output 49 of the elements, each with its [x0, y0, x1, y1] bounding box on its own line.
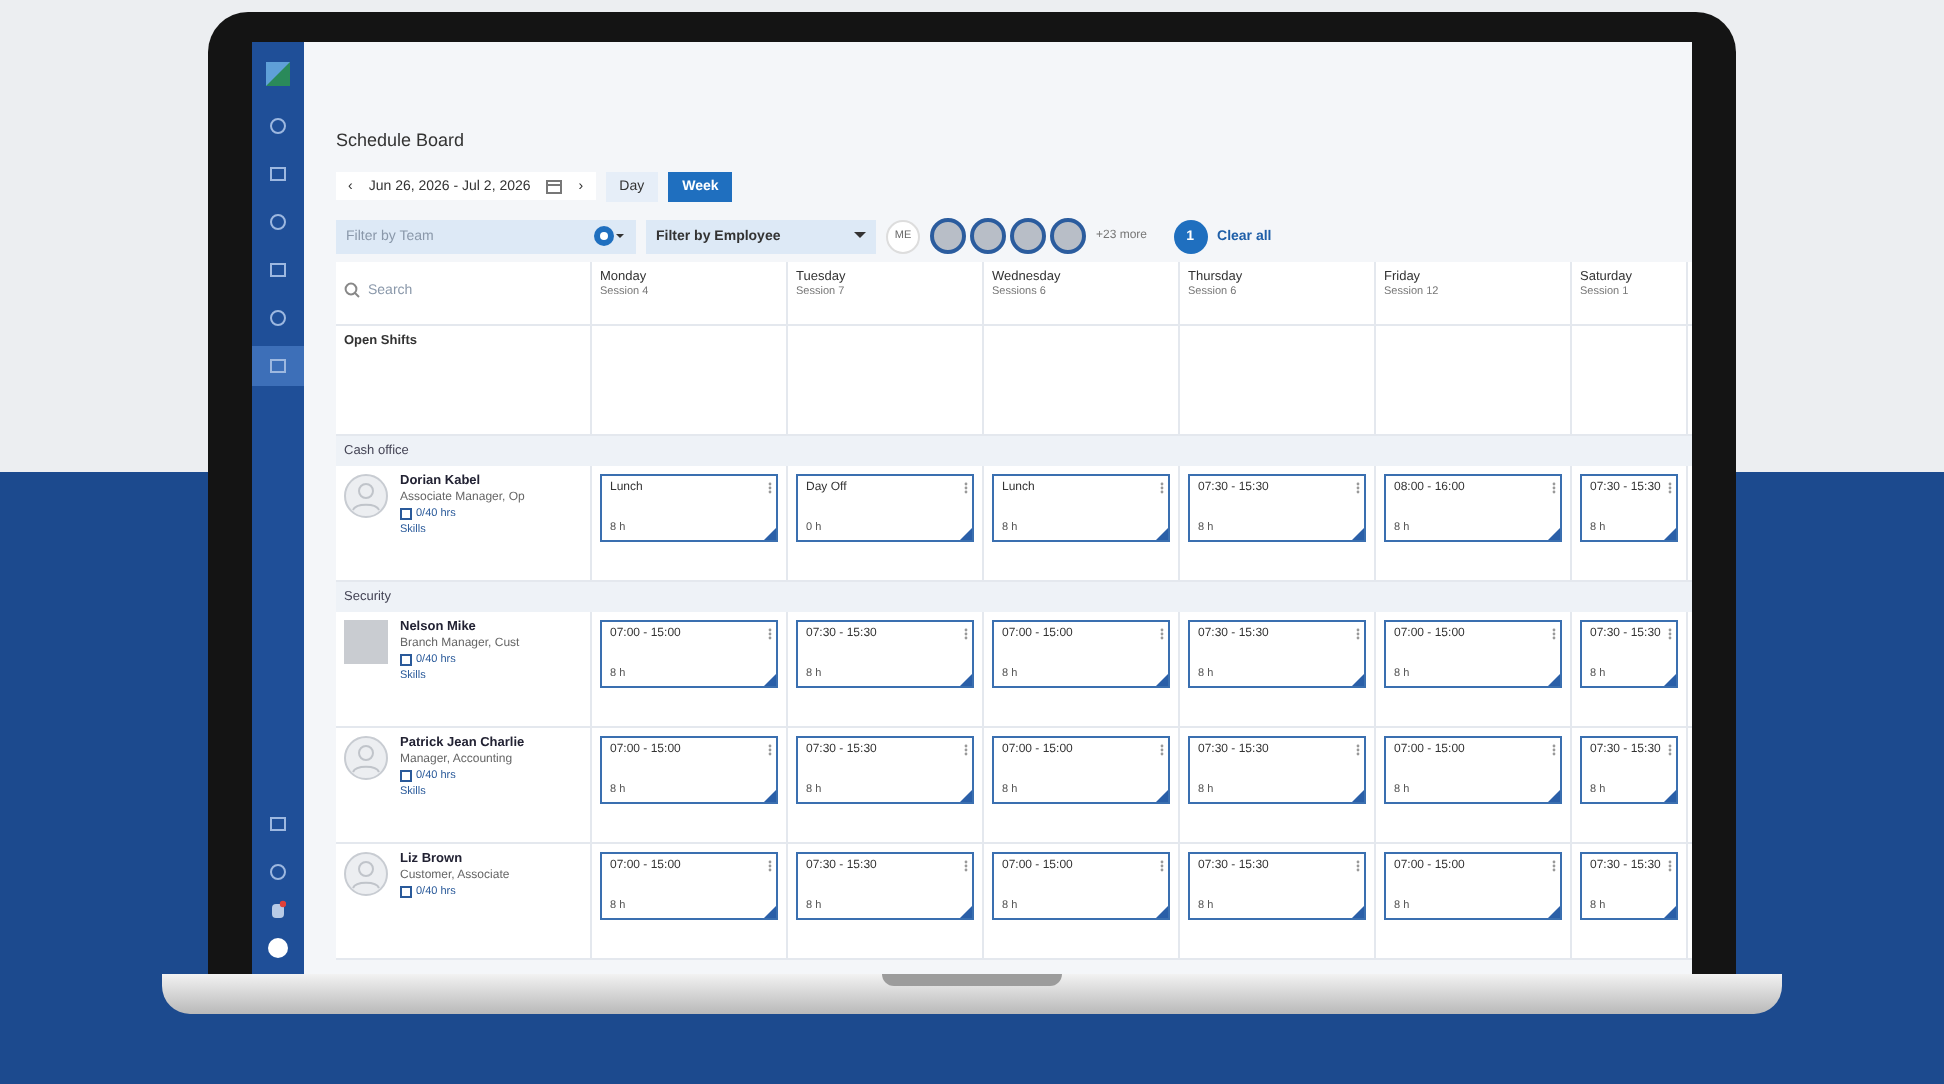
search-icon: [344, 282, 360, 298]
corner-mark-icon: [960, 906, 972, 918]
corner-mark-icon: [1352, 528, 1364, 540]
corner-mark-icon: [1664, 790, 1676, 802]
nav-icon[interactable]: [268, 356, 288, 376]
corner-mark-icon: [764, 906, 776, 918]
avatar-circle[interactable]: [1050, 218, 1086, 254]
corner-mark-icon: [1156, 790, 1168, 802]
corner-mark-icon: [1548, 790, 1560, 802]
photo-placeholder: [344, 620, 388, 664]
bell-icon[interactable]: [270, 900, 286, 920]
nav-icon[interactable]: [268, 212, 288, 232]
avatar-icon: [344, 852, 388, 896]
corner-mark-icon: [1156, 674, 1168, 686]
corner-mark-icon: [1352, 906, 1364, 918]
profile-icon[interactable]: [268, 938, 288, 958]
nav-icon[interactable]: [268, 862, 288, 882]
caret-icon: [854, 232, 866, 240]
corner-mark-icon: [1664, 906, 1676, 918]
corner-mark-icon: [1664, 674, 1676, 686]
nav-icon[interactable]: [268, 814, 288, 834]
avatar-icon: [344, 736, 388, 780]
corner-mark-icon: [1548, 906, 1560, 918]
team-badge-icon: [594, 226, 626, 246]
avatar-icon: [344, 474, 388, 518]
corner-mark-icon: [1548, 528, 1560, 540]
corner-mark-icon: [764, 528, 776, 540]
corner-mark-icon: [960, 528, 972, 540]
corner-mark-icon: [1156, 906, 1168, 918]
corner-mark-icon: [764, 790, 776, 802]
corner-mark-icon: [764, 674, 776, 686]
avatar-circle[interactable]: [930, 218, 966, 254]
corner-mark-icon: [960, 674, 972, 686]
sidebar-item[interactable]: [252, 346, 304, 386]
calendar-icon[interactable]: [546, 178, 563, 194]
avatar-circle[interactable]: [1010, 218, 1046, 254]
corner-mark-icon: [1664, 528, 1676, 540]
nav-icon[interactable]: [268, 164, 288, 184]
logo-icon: [266, 62, 290, 86]
nav-icon[interactable]: [268, 260, 288, 280]
nav-icon[interactable]: [268, 116, 288, 136]
corner-mark-icon: [1352, 674, 1364, 686]
page-title: Schedule Board: [336, 130, 467, 154]
corner-mark-icon: [960, 790, 972, 802]
avatar-circle[interactable]: [970, 218, 1006, 254]
nav-icon[interactable]: [268, 308, 288, 328]
corner-mark-icon: [1548, 674, 1560, 686]
corner-mark-icon: [1352, 790, 1364, 802]
corner-mark-icon: [1156, 528, 1168, 540]
